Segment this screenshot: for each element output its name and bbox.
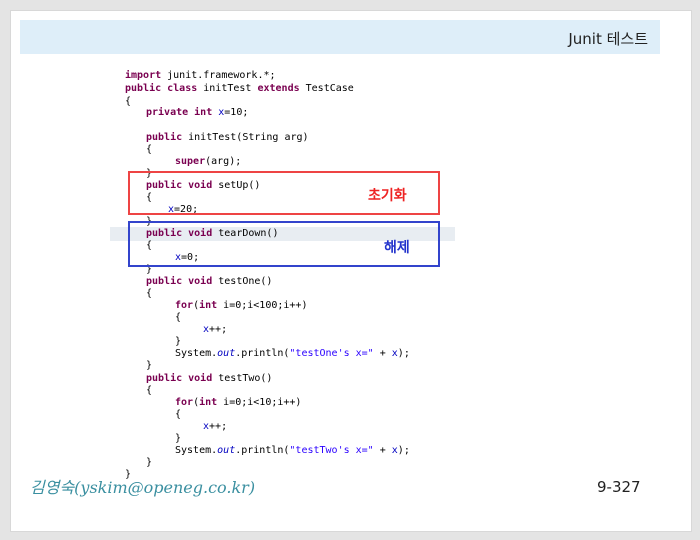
code-line: {	[125, 96, 132, 107]
code-line: {	[146, 385, 153, 396]
author-credit: 김영숙(yskim@openeg.co.kr)	[30, 478, 256, 497]
code-line: System.out.println("testTwo's x=" + x);	[175, 445, 410, 456]
code-line: x++;	[203, 421, 228, 432]
init-annotation: 초기화	[368, 188, 407, 204]
code-line: {	[146, 288, 153, 299]
code-line: private int x=10;	[146, 107, 249, 118]
code-line: for(int i=0;i<10;i++)	[175, 397, 302, 408]
code-line: public class initTest extends TestCase	[125, 83, 354, 94]
code-line: }	[146, 360, 153, 371]
code-line: x++;	[203, 324, 228, 335]
code-line: }	[175, 336, 182, 347]
code-line: public initTest(String arg)	[146, 132, 309, 143]
release-annotation: 해제	[384, 240, 410, 256]
code-line: {	[175, 312, 182, 323]
code-line: for(int i=0;i<100;i++)	[175, 300, 308, 311]
code-line: super(arg);	[175, 156, 242, 167]
code-line: {	[175, 409, 182, 420]
code-line: {	[146, 144, 153, 155]
code-line: import junit.framework.*;	[125, 70, 276, 81]
code-line: public void testTwo()	[146, 373, 273, 384]
code-line: System.out.println("testOne's x=" + x);	[175, 348, 410, 359]
code-line: }	[146, 457, 153, 468]
page-number: 9-327	[597, 478, 641, 496]
code-line: public void testOne()	[146, 276, 273, 287]
code-line: }	[175, 433, 182, 444]
